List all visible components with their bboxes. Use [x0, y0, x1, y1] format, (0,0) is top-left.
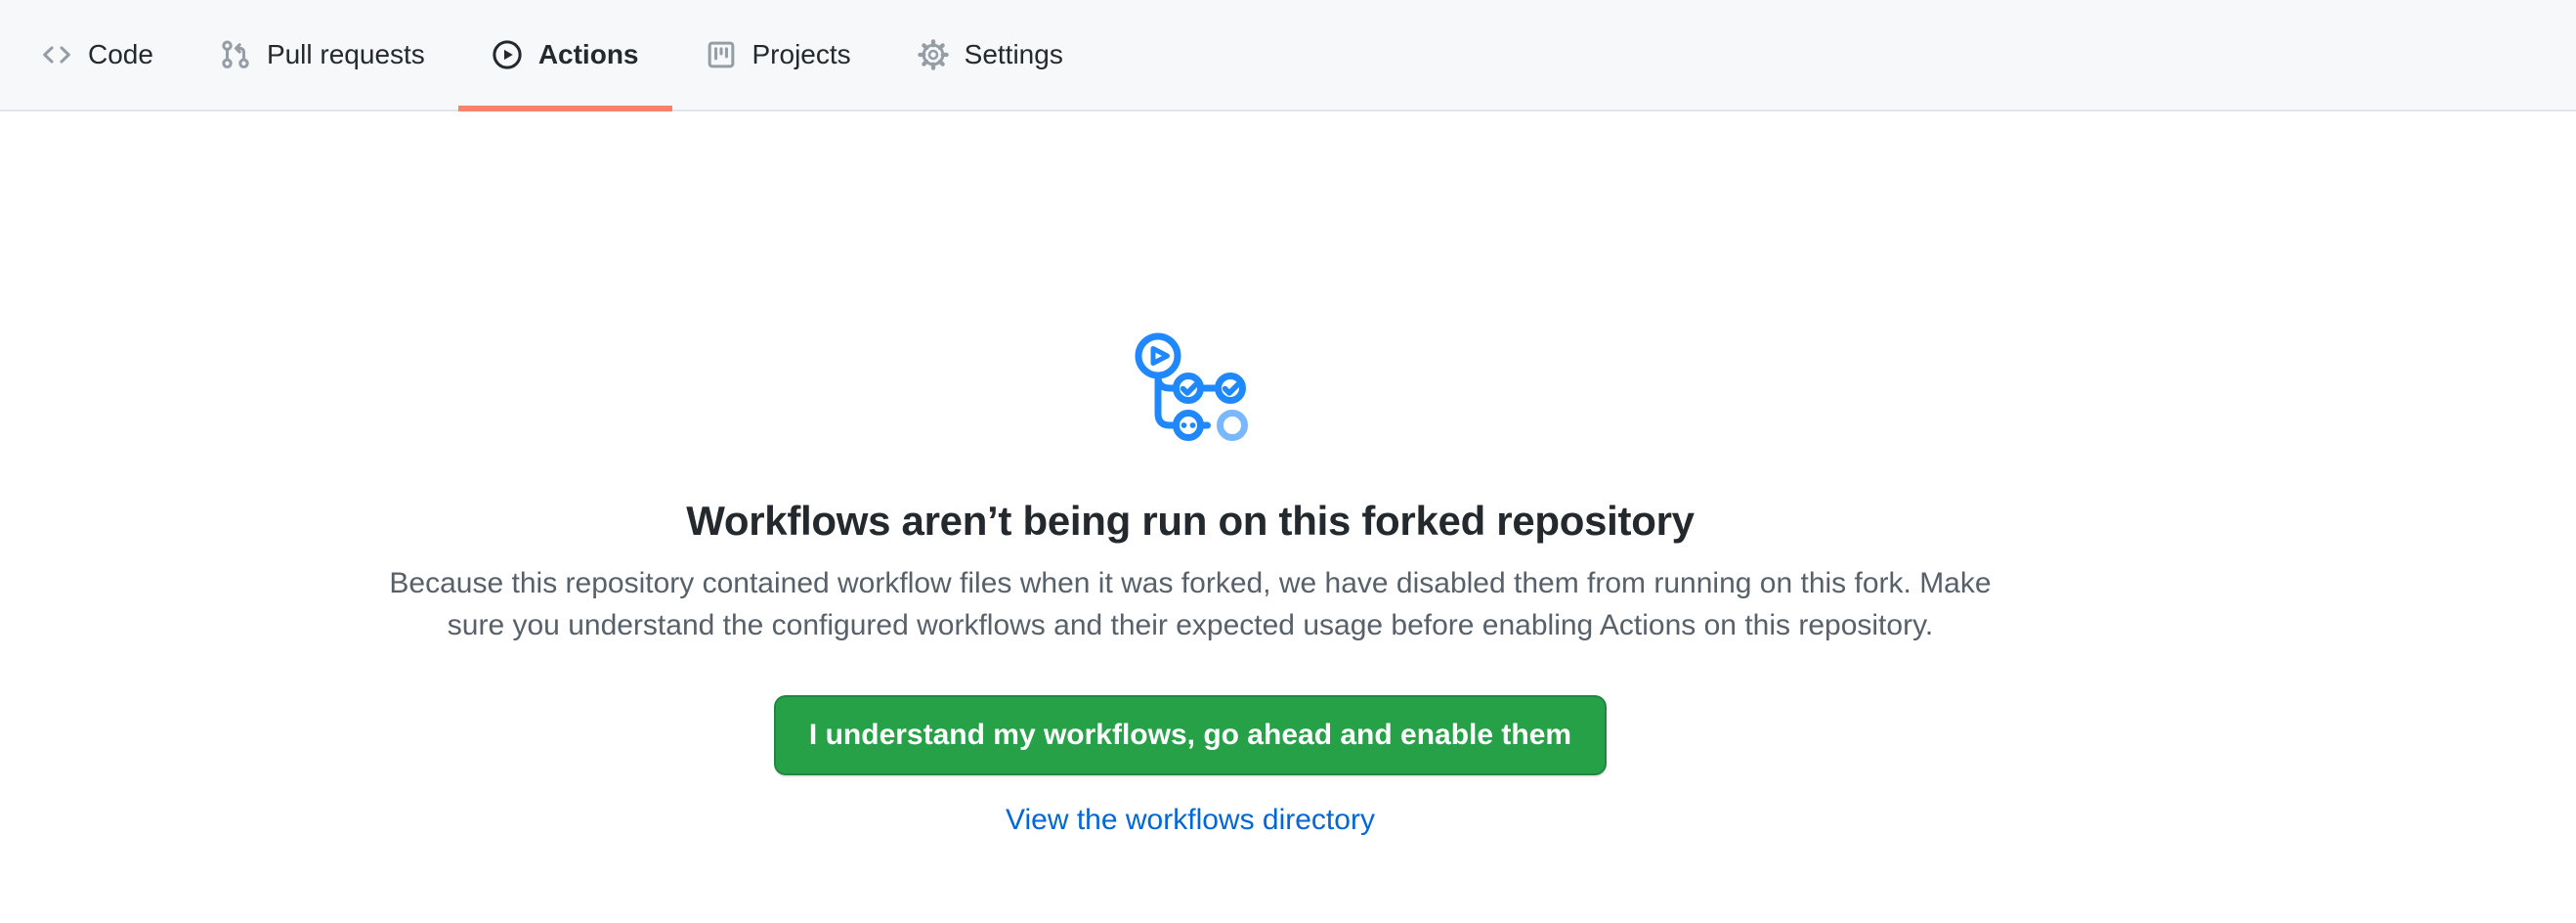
tab-label: Actions — [538, 41, 639, 68]
enable-workflows-button[interactable]: I understand my workflows, go ahead and … — [774, 695, 1607, 775]
tab-label: Pull requests — [267, 41, 425, 68]
gear-icon — [918, 39, 949, 70]
view-workflows-directory-link[interactable]: View the workflows directory — [1006, 803, 1375, 838]
code-icon — [41, 39, 72, 70]
empty-state-heading: Workflows aren’t being run on this forke… — [0, 496, 2381, 547]
active-tab-indicator — [458, 106, 672, 111]
tab-label: Projects — [752, 41, 851, 68]
tab-label: Code — [88, 41, 153, 68]
tab-pull-requests[interactable]: Pull requests — [187, 0, 458, 110]
tab-actions[interactable]: Actions — [458, 0, 672, 110]
tab-settings[interactable]: Settings — [884, 0, 1096, 110]
actions-empty-state: Workflows aren’t being run on this forke… — [0, 111, 2381, 838]
empty-state-description: Because this repository contained workfl… — [379, 562, 2001, 646]
play-circle-icon — [492, 39, 523, 70]
tab-label: Settings — [965, 41, 1063, 68]
repo-tab-nav: Code Pull requests Actions — [0, 0, 2576, 111]
workflow-graphic-icon — [1133, 332, 1248, 442]
project-icon — [706, 39, 737, 70]
tab-code[interactable]: Code — [8, 0, 187, 110]
git-pull-request-icon — [220, 39, 251, 70]
tab-projects[interactable]: Projects — [672, 0, 884, 110]
